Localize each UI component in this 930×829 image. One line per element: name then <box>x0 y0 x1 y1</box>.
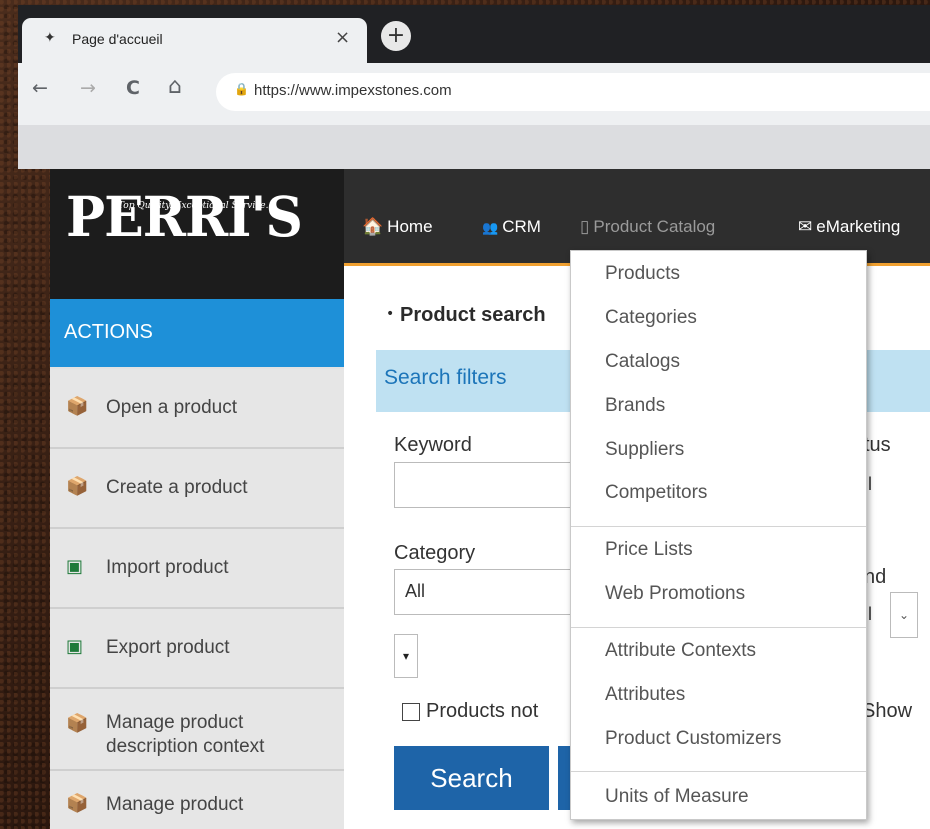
products-not-label: Products not <box>426 700 539 722</box>
envelope-icon: ✉ <box>798 217 813 236</box>
box-open-icon: 📦 <box>66 396 89 417</box>
browser-tab[interactable]: ✦ Page d'accueil × <box>22 18 367 63</box>
menu-item-attributes[interactable]: Attributes <box>605 684 685 706</box>
excel-import-icon: ▣ <box>66 556 84 577</box>
actions-header: ACTIONS <box>50 299 344 367</box>
menu-item-attribute-contexts[interactable]: Attribute Contexts <box>605 640 756 662</box>
small-select[interactable]: ▾ <box>394 634 418 678</box>
url-text: https://www.impexstones.com <box>254 82 452 99</box>
back-icon[interactable]: ← <box>32 77 48 99</box>
menu-item-suppliers[interactable]: Suppliers <box>605 439 684 461</box>
nav-emarketing[interactable]: ✉ eMarketing <box>798 217 900 237</box>
collapse-icon[interactable]: • <box>386 306 394 322</box>
book-icon: ▯ <box>580 217 590 236</box>
menu-item-catalogs[interactable]: Catalogs <box>605 351 680 373</box>
sidebar-item-label: Import product <box>106 557 229 578</box>
tab-title: Page d'accueil <box>72 31 163 47</box>
keyword-input[interactable] <box>394 462 596 508</box>
box-settings-icon: 📦 <box>66 713 89 734</box>
menu-divider <box>571 526 866 527</box>
sidebar-item-export-product[interactable]: ▣ Export product <box>50 609 344 689</box>
nav-emarketing-label: eMarketing <box>816 217 901 236</box>
actions-sidebar: ACTIONS 📦 Open a product 📦 Create a prod… <box>50 299 344 829</box>
forward-icon[interactable]: → <box>80 77 96 99</box>
sidebar-item-label: Create a product <box>106 477 248 498</box>
category-select[interactable]: All <box>394 569 596 615</box>
address-bar[interactable]: 🔒 https://www.impexstones.com <box>216 73 930 111</box>
nav-home[interactable]: 🏠 Home <box>362 217 433 237</box>
navigation-bar: ← → C ⌂ 🔒 https://www.impexstones.com <box>18 63 930 125</box>
people-icon: 👥 <box>482 220 499 235</box>
sidebar-item-create-product[interactable]: 📦 Create a product <box>50 449 344 529</box>
logo-tagline: Top Quality. Exceptional Service. <box>118 201 269 211</box>
bookmarks-bar <box>18 125 930 169</box>
nav-product-catalog-label: Product Catalog <box>593 217 716 236</box>
menu-item-price-lists[interactable]: Price Lists <box>605 539 693 561</box>
reload-icon[interactable]: C <box>126 77 140 99</box>
search-button[interactable]: Search <box>394 746 549 810</box>
favicon-icon: ✦ <box>44 30 56 46</box>
new-tab-button[interactable]: + <box>381 21 411 51</box>
chevron-down-icon[interactable]: ⌄ <box>890 592 918 638</box>
browser-window: ✦ Page d'accueil × + ← → C ⌂ 🔒 https://w… <box>18 5 930 169</box>
page-title: Product search <box>400 304 546 326</box>
sidebar-item-label: Manage product <box>106 794 244 815</box>
tab-bar: ✦ Page d'accueil × + <box>18 5 930 63</box>
sidebar-item-manage-product[interactable]: 📦 Manage product <box>50 771 344 829</box>
product-catalog-dropdown: Products Categories Catalogs Brands Supp… <box>570 250 867 820</box>
menu-item-categories[interactable]: Categories <box>605 307 697 329</box>
sidebar-item-manage-description-context[interactable]: 📦 Manage product description context <box>50 689 344 771</box>
logo-text: PERRI'S <box>66 185 303 250</box>
nav-crm[interactable]: 👥 CRM <box>482 217 541 237</box>
brand-label: nd <box>864 566 887 588</box>
menu-item-web-promotions[interactable]: Web Promotions <box>605 583 745 605</box>
menu-item-product-customizers[interactable]: Product Customizers <box>605 728 781 750</box>
nav-home-label: Home <box>387 217 433 236</box>
sidebar-item-label: Export product <box>106 637 230 658</box>
sidebar-item-label: Manage product description context <box>106 712 265 757</box>
products-not-checkbox[interactable] <box>402 703 420 721</box>
box-add-icon: 📦 <box>66 476 89 497</box>
house-icon: 🏠 <box>362 217 384 236</box>
tab-close-icon[interactable]: × <box>335 27 350 48</box>
menu-item-brands[interactable]: Brands <box>605 395 665 417</box>
menu-item-units-of-measure[interactable]: Units of Measure <box>605 786 749 808</box>
show-label: Show <box>862 700 913 722</box>
filters-title: Search filters <box>384 366 507 389</box>
sidebar-item-import-product[interactable]: ▣ Import product <box>50 529 344 609</box>
lock-icon: 🔒 <box>234 82 249 96</box>
category-select-value: All <box>405 581 426 601</box>
nav-crm-label: CRM <box>502 217 541 236</box>
actions-title: ACTIONS <box>64 321 153 343</box>
logo[interactable]: PERRI'S Top Quality. Exceptional Service… <box>50 169 344 299</box>
menu-item-competitors[interactable]: Competitors <box>605 482 707 504</box>
category-label: Category <box>394 542 476 564</box>
keyword-label: Keyword <box>394 434 472 456</box>
home-icon[interactable]: ⌂ <box>168 74 182 99</box>
menu-item-products[interactable]: Products <box>605 263 680 285</box>
box-manage-icon: 📦 <box>66 793 89 814</box>
menu-divider <box>571 627 866 628</box>
status-label: tus <box>864 434 891 456</box>
nav-product-catalog[interactable]: ▯ Product Catalog <box>580 217 715 237</box>
excel-export-icon: ▣ <box>66 636 84 657</box>
menu-divider <box>571 771 866 772</box>
sidebar-item-label: Open a product <box>106 397 237 418</box>
sidebar-item-open-product[interactable]: 📦 Open a product <box>50 369 344 449</box>
